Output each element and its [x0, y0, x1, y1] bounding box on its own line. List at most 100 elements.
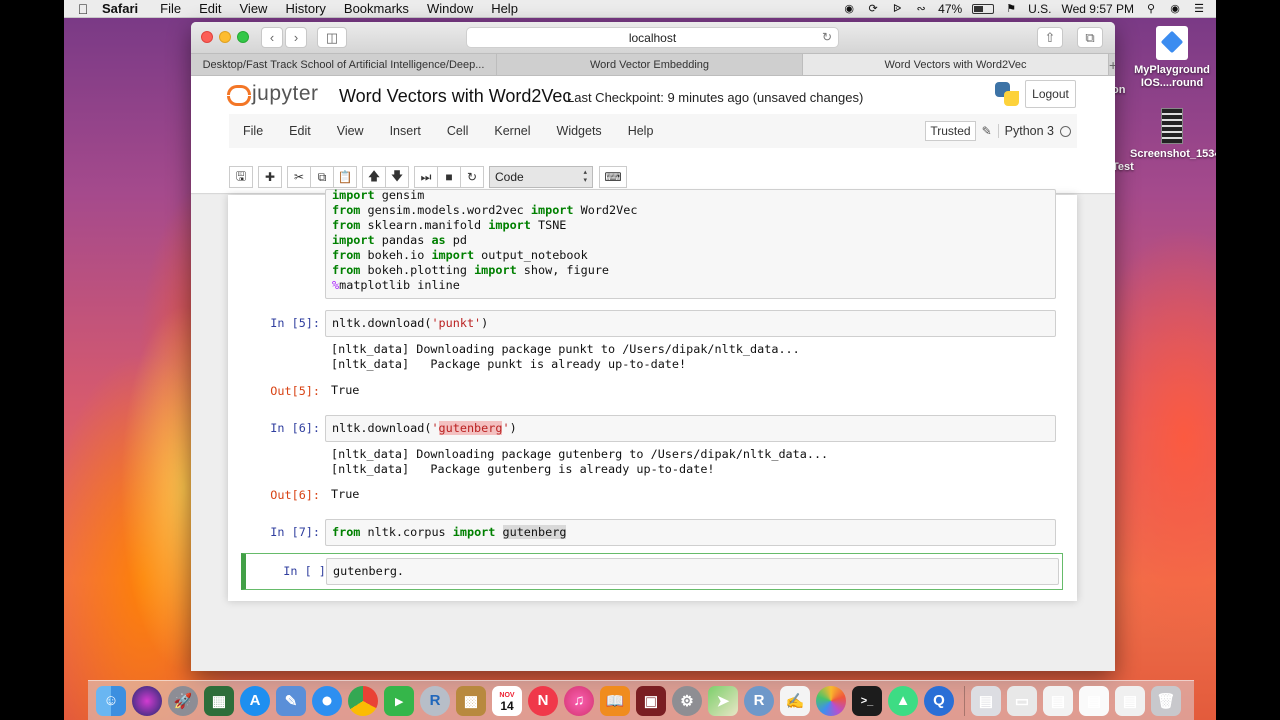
screenshot-folder-icon[interactable]: ▤ — [971, 685, 1001, 716]
tab-desktop-path[interactable]: Desktop/Fast Track School of Artificial … — [191, 54, 497, 75]
tab-word-vector-embedding[interactable]: Word Vector Embedding — [497, 54, 803, 75]
launchpad-icon[interactable]: 🚀 — [168, 685, 198, 716]
apple-menu-icon[interactable]:  — [64, 1, 102, 17]
cell-type-select[interactable]: Code — [489, 166, 593, 188]
reload-icon[interactable]: ↻ — [822, 30, 832, 44]
address-bar[interactable]: localhost ↻ — [466, 27, 839, 48]
python-file-icon[interactable]: ▤ — [1115, 685, 1145, 716]
notebook-title[interactable]: Word Vectors with Word2Vec — [339, 86, 571, 107]
wifi-icon[interactable]: ∾ — [914, 3, 928, 15]
r-app-icon[interactable]: R — [420, 685, 450, 716]
android-studio-icon[interactable]: ▲ — [888, 685, 918, 716]
back-button[interactable]: ‹ — [261, 27, 283, 48]
app-store-icon[interactable]: A — [240, 685, 270, 716]
rstudio-icon[interactable]: R — [744, 685, 774, 716]
logout-button[interactable]: Logout — [1025, 80, 1076, 108]
spotlight-search-icon[interactable]: ⚲ — [1144, 3, 1158, 15]
quicktime-icon[interactable]: Q — [924, 685, 954, 716]
close-window-button[interactable] — [201, 31, 213, 43]
chrome-icon[interactable] — [348, 685, 378, 716]
sidebar-toggle-button[interactable]: ◫ — [317, 27, 347, 48]
flag-icon[interactable]: ⚑ — [1004, 3, 1018, 15]
zoom-window-button[interactable] — [237, 31, 249, 43]
sync-icon[interactable]: ⟳ — [866, 3, 880, 15]
interrupt-kernel-icon[interactable]: ■ — [437, 166, 461, 188]
notification-center-icon[interactable]: ☰ — [1192, 3, 1206, 15]
finder-icon[interactable]: ☺ — [96, 685, 126, 716]
music-icon[interactable]: ♫ — [564, 685, 594, 716]
nb-menu-widgets[interactable]: Widgets — [557, 124, 602, 138]
tab-overview-button[interactable]: ⧉ — [1077, 27, 1103, 48]
trash-icon[interactable]: 🗑 — [1151, 685, 1181, 716]
code-line: from nltk.corpus import gutenberg — [332, 525, 567, 539]
dock: ☺ 🚀 ▦ A ✎ ▸ R ▩ NOV 14 N ♫ 📖 ▣ ⚙ ➤ R ✍ >_… — [88, 680, 1194, 720]
menu-help[interactable]: Help — [491, 1, 518, 16]
forward-button[interactable]: › — [285, 27, 307, 48]
desktop-icon-screenshot[interactable]: Screenshot_15342...11.png — [1130, 108, 1216, 161]
cut-cells-icon[interactable]: ✂ — [287, 166, 311, 188]
menu-window[interactable]: Window — [427, 1, 473, 16]
file-stack-icon[interactable]: ▤ — [1079, 685, 1109, 716]
menu-file[interactable]: File — [160, 1, 181, 16]
input-source[interactable]: U.S. — [1028, 2, 1051, 16]
menubar-clock[interactable]: Wed 9:57 PM — [1062, 2, 1134, 16]
record-icon[interactable]: ◉ — [842, 3, 856, 15]
calendar-icon[interactable]: NOV 14 — [492, 685, 522, 716]
insert-cell-below-icon[interactable]: ✚ — [258, 166, 282, 188]
save-icon[interactable]: 🖫 — [229, 166, 253, 188]
menu-history[interactable]: History — [285, 1, 325, 16]
mission-control-icon[interactable]: ▦ — [204, 685, 234, 716]
preview-icon[interactable]: ✎ — [276, 685, 306, 716]
safari-icon[interactable] — [312, 685, 342, 716]
run-cell-icon[interactable]: ⏭ — [414, 166, 438, 188]
new-tab-button[interactable]: + — [1109, 54, 1115, 75]
desktop-icon-playground[interactable]: MyPlayground IOS....round — [1130, 26, 1214, 90]
move-cell-up-icon[interactable]: 🡅 — [362, 166, 386, 188]
news-icon[interactable]: N — [528, 685, 558, 716]
minimize-window-button[interactable] — [219, 31, 231, 43]
textedit-icon[interactable]: ✍ — [780, 685, 810, 716]
system-preferences-icon[interactable]: ⚙ — [672, 685, 702, 716]
paste-cells-icon[interactable]: 📋 — [333, 166, 357, 188]
restart-kernel-icon[interactable]: ↻ — [460, 166, 484, 188]
nb-menu-kernel[interactable]: Kernel — [494, 124, 530, 138]
code-cell-6[interactable]: nltk.download('gutenberg') — [325, 415, 1056, 442]
tab-word-vectors-word2vec[interactable]: Word Vectors with Word2Vec — [803, 54, 1109, 75]
share-button[interactable]: ⇧ — [1037, 27, 1063, 48]
nb-menu-file[interactable]: File — [243, 124, 263, 138]
books-icon[interactable]: 📖 — [600, 685, 630, 716]
siri-icon[interactable] — [132, 685, 162, 716]
code-cell-7[interactable]: from nltk.corpus import gutenberg — [325, 519, 1056, 546]
code-editor-input[interactable]: gutenberg. — [326, 558, 1059, 585]
move-cell-down-icon[interactable]: 🡇 — [385, 166, 409, 188]
jupyter-logo[interactable]: jupyter — [227, 82, 319, 106]
nb-menu-help[interactable]: Help — [628, 124, 654, 138]
notebook-area[interactable]: import gensim from gensim.models.word2ve… — [191, 188, 1115, 671]
terminal-icon[interactable]: >_ — [852, 685, 882, 716]
nb-menu-edit[interactable]: Edit — [289, 124, 311, 138]
maps-icon[interactable]: ➤ — [708, 685, 738, 716]
menu-bookmarks[interactable]: Bookmarks — [344, 1, 409, 16]
code-cell-5[interactable]: nltk.download('punkt') — [325, 310, 1056, 337]
facetime-icon[interactable]: ▸ — [384, 685, 414, 716]
code-cell-imports[interactable]: import gensim from gensim.models.word2ve… — [325, 188, 1056, 299]
menu-view[interactable]: View — [240, 1, 268, 16]
active-code-cell[interactable]: In [ ]: gutenberg. — [241, 553, 1063, 590]
downloads-stack-icon[interactable]: ▭ — [1007, 685, 1037, 716]
nb-menu-cell[interactable]: Cell — [447, 124, 469, 138]
photos-icon[interactable] — [816, 685, 846, 716]
document-stack-icon[interactable]: ▤ — [1043, 685, 1073, 716]
copy-cells-icon[interactable]: ⧉ — [310, 166, 334, 188]
trusted-badge[interactable]: Trusted — [925, 121, 976, 141]
kernel-name[interactable]: Python 3 — [997, 124, 1054, 138]
photo-booth-icon[interactable]: ▣ — [636, 685, 666, 716]
menu-edit[interactable]: Edit — [199, 1, 221, 16]
command-palette-keyboard-icon[interactable]: ⌨ — [599, 166, 627, 188]
siri-icon[interactable]: ◉ — [1168, 3, 1182, 15]
nb-menu-insert[interactable]: Insert — [390, 124, 421, 138]
bluetooth-icon[interactable]: ᐉ — [890, 3, 904, 15]
notes-icon[interactable]: ▩ — [456, 685, 486, 716]
battery-icon[interactable] — [972, 3, 995, 14]
app-menu-safari[interactable]: Safari — [102, 1, 138, 16]
nb-menu-view[interactable]: View — [337, 124, 364, 138]
